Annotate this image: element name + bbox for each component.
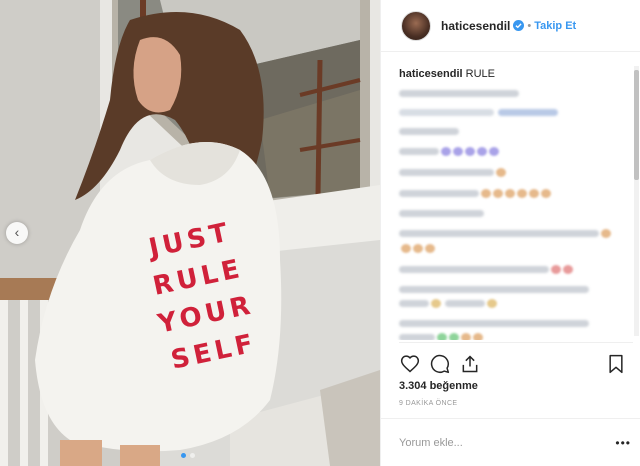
chevron-left-icon: ‹	[14, 224, 20, 240]
header-separator: •	[527, 19, 532, 32]
comments-scrollbar-thumb[interactable]	[634, 70, 639, 180]
post-photo[interactable]: JUST RULE YOUR SELF ‹	[0, 0, 380, 466]
blurred-comment	[399, 189, 633, 198]
add-comment-bar: Yorum ekle... •••	[381, 418, 640, 466]
avatar[interactable]	[401, 10, 431, 41]
blurred-comment	[399, 229, 633, 238]
blurred-comment	[399, 210, 484, 217]
blurred-comment	[399, 90, 519, 97]
follow-button[interactable]: Takip Et	[534, 20, 576, 32]
more-options-button[interactable]: •••	[615, 436, 631, 450]
comment-input[interactable]: Yorum ekle...	[399, 437, 463, 449]
blurred-comment	[399, 299, 633, 308]
share-button[interactable]	[459, 353, 481, 375]
blurred-comment	[399, 128, 459, 135]
carousel-dots	[181, 453, 195, 458]
blurred-comment	[399, 168, 633, 177]
blurred-comment	[399, 244, 633, 253]
comment-bubble-icon	[430, 354, 450, 373]
post-side-panel: haticesendil • Takip Et haticesendil RUL…	[380, 0, 640, 466]
prev-slide-button[interactable]: ‹	[6, 222, 28, 244]
blurred-comment	[399, 333, 633, 340]
share-icon	[462, 354, 478, 372]
username-link[interactable]: haticesendil	[441, 19, 510, 33]
action-bar	[399, 342, 633, 378]
like-count[interactable]: 3.304 beğenme	[399, 380, 478, 392]
caption-username[interactable]: haticesendil	[399, 68, 463, 80]
comment-button[interactable]	[429, 353, 451, 375]
carousel-dot-active[interactable]	[181, 453, 186, 458]
post-header: haticesendil • Takip Et	[381, 0, 640, 52]
blurred-comment	[399, 109, 633, 116]
blurred-comment	[399, 265, 633, 274]
blurred-comment	[399, 147, 633, 156]
post-timestamp: 9 DAKİKA ÖNCE	[399, 400, 458, 407]
verified-badge-icon	[513, 20, 525, 31]
comments-list: haticesendil RULE	[381, 52, 633, 340]
like-button[interactable]	[399, 353, 421, 375]
carousel-dot[interactable]	[190, 453, 195, 458]
blurred-comment	[399, 286, 589, 293]
caption-text: RULE	[465, 68, 495, 80]
save-button[interactable]	[605, 353, 627, 375]
bookmark-icon	[609, 354, 623, 373]
blurred-comment	[399, 320, 589, 327]
caption: haticesendil RULE	[399, 68, 633, 80]
heart-icon	[400, 354, 420, 373]
